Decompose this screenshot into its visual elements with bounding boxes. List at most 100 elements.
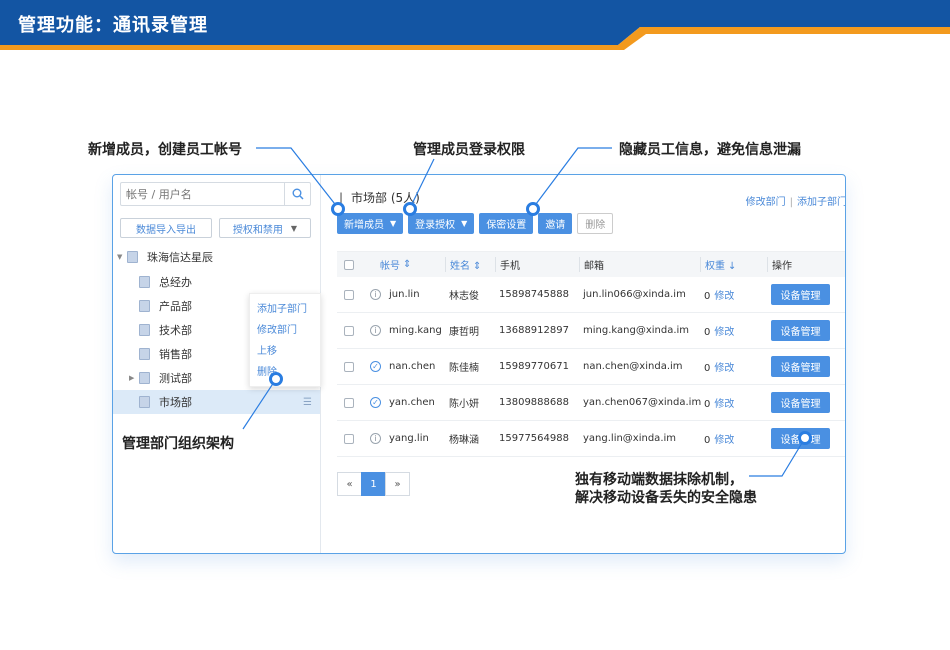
cell-phone: 15898745888 — [499, 289, 569, 300]
table-row[interactable]: ✓ nan.chen 陈佳楠 15989770671 nan.chen@xinda.im… — [337, 349, 845, 385]
folder-icon — [139, 276, 150, 288]
table-row[interactable]: i ming.kang 康哲明 13688912897 ming.kang@xinda.… — [337, 313, 845, 349]
tree-item-label: 市场部 — [159, 396, 192, 409]
header-banner: 管理功能：通讯录管理 — [0, 0, 950, 50]
cell-account: jun.lin — [389, 289, 420, 300]
col-account[interactable]: 帐号 — [380, 257, 400, 272]
cell-account: ming.kang — [389, 325, 442, 336]
cell-weight: 0 — [704, 327, 711, 338]
row-checkbox[interactable] — [344, 433, 354, 444]
tree-root-label: 珠海信达星辰 — [147, 251, 213, 264]
check-circle-icon: ✓ — [370, 397, 381, 408]
edit-dept-link[interactable]: 修改部门 — [746, 197, 786, 208]
invite-button[interactable]: 邀请 — [538, 213, 573, 234]
caret-down-icon: ▼ — [290, 223, 298, 233]
sort-icon: ⇕ — [403, 259, 412, 270]
cell-weight: 0 — [704, 363, 711, 374]
cell-weight: 0 — [704, 291, 711, 302]
col-phone: 手机 — [500, 261, 520, 272]
next-page-button[interactable]: » — [385, 472, 410, 496]
tree-item-dept-selected[interactable]: 市场部 ☰ — [113, 390, 320, 414]
edit-link[interactable]: 修改 — [714, 399, 734, 410]
row-checkbox[interactable] — [344, 361, 354, 372]
callout-org: 管理部门组织架构 — [122, 436, 234, 452]
tree-item-label: 技术部 — [159, 324, 192, 337]
delete-button[interactable]: 删除 — [577, 213, 614, 234]
info-circle-icon: i — [370, 325, 381, 336]
prev-page-button[interactable]: « — [337, 472, 362, 496]
tree-item-label: 产品部 — [159, 300, 192, 313]
tree-item-label: 销售部 — [159, 348, 192, 361]
cell-name: 康哲明 — [449, 327, 479, 338]
member-table: 帐号 ⇕ 姓名 ⇕ 手机 邮箱 权重 ↓ 操作 i jun.lin 林志俊 15898745… — [337, 251, 845, 457]
expand-triangle-icon[interactable]: ▼ — [117, 253, 127, 261]
folder-icon — [139, 372, 150, 384]
select-all-checkbox[interactable] — [344, 259, 354, 270]
check-circle-icon: ✓ — [370, 361, 381, 372]
row-checkbox[interactable] — [344, 325, 354, 336]
page-button-current[interactable]: 1 — [361, 472, 386, 496]
edit-link[interactable]: 修改 — [714, 327, 734, 338]
cell-email: nan.chen@xinda.im — [583, 361, 683, 372]
folder-icon — [127, 251, 138, 263]
device-manage-button[interactable]: 设备管理 — [771, 356, 830, 377]
edit-link[interactable]: 修改 — [714, 435, 734, 446]
cell-name: 陈佳楠 — [449, 363, 479, 374]
table-row[interactable]: ✓ yan.chen 陈小妍 13809888688 yan.chen067@xinda… — [337, 385, 845, 421]
col-name[interactable]: 姓名 — [450, 261, 470, 272]
cell-phone: 15989770671 — [499, 361, 569, 372]
menu-item-move-up[interactable]: 上移 — [250, 342, 320, 362]
col-weight[interactable]: 权重 — [705, 261, 725, 272]
expand-triangle-icon[interactable]: ▶ — [129, 374, 139, 382]
add-subdept-link[interactable]: 添加子部门 — [797, 197, 845, 208]
search-icon — [292, 188, 304, 200]
cell-account: nan.chen — [389, 361, 436, 372]
row-checkbox[interactable] — [344, 397, 354, 408]
cell-weight: 0 — [704, 435, 711, 446]
tree-item-dept[interactable]: 总经办 — [113, 270, 320, 294]
search-box — [120, 182, 311, 206]
sort-down-icon: ↓ — [728, 261, 737, 272]
auth-disable-dropdown[interactable]: 授权和禁用 ▼ — [219, 218, 311, 238]
toolbar: 新增成员 ▼ 登录授权 ▼ 保密设置 邀请 删除 — [337, 213, 614, 234]
tree-root[interactable]: ▼ 珠海信达星辰 — [117, 249, 213, 265]
page-title: 管理功能：通讯录管理 — [18, 15, 208, 36]
table-row[interactable]: i jun.lin 林志俊 15898745888 jun.lin066@xinda.i… — [337, 277, 845, 313]
context-menu: 添加子部门 修改部门 上移 删除 — [249, 293, 321, 387]
search-input[interactable] — [121, 183, 281, 206]
login-auth-button[interactable]: 登录授权 ▼ — [408, 213, 475, 234]
tree-item-label: 总经办 — [159, 276, 192, 289]
add-member-button[interactable]: 新增成员 ▼ — [337, 213, 404, 234]
edit-link[interactable]: 修改 — [714, 363, 734, 374]
device-manage-button[interactable]: 设备管理 — [771, 428, 830, 449]
sidebar: 数据导入导出 授权和禁用 ▼ ▼ 珠海信达星辰 总经办 产品部 技术部 销售部 … — [113, 175, 321, 553]
cell-phone: 15977564988 — [499, 433, 569, 444]
row-checkbox[interactable] — [344, 289, 354, 300]
menu-item-add-subdept[interactable]: 添加子部门 — [250, 300, 320, 320]
caret-down-icon: ▼ — [390, 219, 397, 228]
menu-item-edit-dept[interactable]: 修改部门 — [250, 321, 320, 341]
cell-name: 陈小妍 — [449, 399, 479, 410]
table-row[interactable]: i yang.lin 杨琳涵 15977564988 yang.lin@xinda.im… — [337, 421, 845, 457]
device-manage-button[interactable]: 设备管理 — [771, 284, 830, 305]
edit-link[interactable]: 修改 — [714, 291, 734, 302]
callout-wipe-2: 解决移动设备丢失的安全隐患 — [575, 490, 757, 506]
cell-name: 林志俊 — [449, 291, 479, 302]
search-button[interactable] — [284, 183, 310, 205]
privacy-settings-button[interactable]: 保密设置 — [479, 213, 534, 234]
device-manage-button[interactable]: 设备管理 — [771, 320, 830, 341]
callout-hide-info: 隐藏员工信息，避免信息泄漏 — [619, 142, 801, 158]
menu-item-delete[interactable]: 删除 — [250, 363, 320, 383]
folder-icon — [139, 300, 150, 312]
menu-icon[interactable]: ☰ — [303, 397, 312, 408]
folder-icon — [139, 348, 150, 360]
callout-login-auth: 管理成员登录权限 — [413, 142, 525, 158]
cell-email: yang.lin@xinda.im — [583, 433, 677, 444]
device-manage-button[interactable]: 设备管理 — [771, 392, 830, 413]
cell-account: yang.lin — [389, 433, 429, 444]
callout-create-member: 新增成员，创建员工帐号 — [88, 142, 242, 158]
cell-name: 杨琳涵 — [449, 435, 479, 446]
tree-item-label: 测试部 — [159, 372, 192, 385]
import-export-button[interactable]: 数据导入导出 — [120, 218, 212, 238]
col-action: 操作 — [772, 261, 792, 272]
